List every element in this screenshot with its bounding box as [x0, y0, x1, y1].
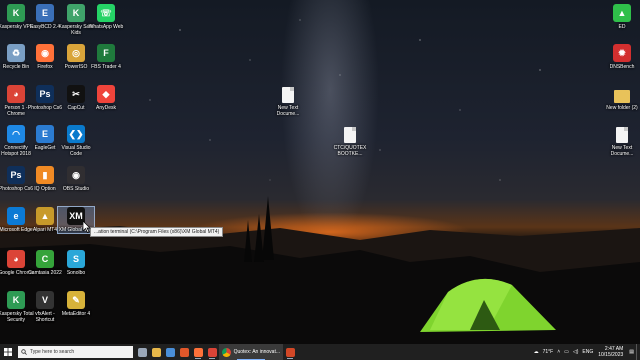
kaspersky-total-security-icon: K [7, 291, 25, 309]
desktop-icon-vscode[interactable]: ❮❯ Visual Studio Code [58, 125, 94, 157]
taskbar-search-box[interactable]: Type here to search [18, 346, 133, 358]
text-document-icon [344, 127, 356, 143]
taskbar-app-office[interactable] [177, 344, 191, 360]
folder-icon [614, 90, 630, 103]
edge-icon: e [7, 207, 25, 225]
desktop-icon-dnsbench[interactable]: ✹ DNSBench [604, 44, 640, 70]
show-desktop-button[interactable] [636, 344, 640, 360]
kaspersky-vpn-icon: K [7, 4, 25, 22]
volume-icon[interactable]: ◁) [573, 349, 579, 355]
taskbar-app-store[interactable] [163, 344, 177, 360]
icon-tooltip: ...ation terminal (C:\Program Files (x86… [90, 227, 224, 237]
task-view-icon [137, 347, 147, 357]
anydesk-icon: ◆ [97, 85, 115, 103]
weather-icon[interactable]: ☁ [534, 349, 539, 355]
text-document-icon [282, 87, 294, 103]
camtasia-icon: C [36, 250, 54, 268]
desktop-icon-whatsapp[interactable]: ☏ WhatsApp Web [88, 4, 124, 30]
taskbar-app-file-explorer[interactable] [149, 344, 163, 360]
store-icon [165, 347, 175, 357]
windows-logo-icon [4, 348, 12, 356]
taskbar-app-chrome[interactable] [205, 344, 219, 360]
taskbar-app-task-view[interactable] [135, 344, 149, 360]
iq-option-icon: ▮ [36, 166, 54, 184]
taskbar-app-powerpoint[interactable] [283, 344, 297, 360]
ed-icon: ▲ [613, 4, 631, 22]
desktop-icon-ctc-quotex-bootkey[interactable]: CTC/QUOTEX BOOTKE... [332, 127, 368, 157]
desktop-icon-label: MetaEditor 4 [61, 311, 91, 317]
dnsbench-icon: ✹ [613, 44, 631, 62]
search-placeholder: Type here to search [30, 349, 75, 355]
taskbar: Type here to search Quotex: An innovat..… [0, 344, 640, 360]
eagleget-icon: E [36, 125, 54, 143]
desktop-icon-sonolbo[interactable]: S Sonolbo [58, 250, 94, 276]
recycle-bin-icon: ♻ [7, 44, 25, 62]
notification-icon[interactable]: ▤ [629, 349, 634, 355]
obs-studio-icon: ◉ [67, 166, 85, 184]
desktop-icon-new-folder-2[interactable]: New folder (2) [604, 87, 640, 111]
powerpoint-icon [285, 347, 295, 357]
search-icon [21, 349, 27, 355]
connectify-icon: ◠ [7, 125, 25, 143]
desktop-icon-new-text-document-2[interactable]: New Text Docume... [604, 127, 640, 157]
desktop-icon-label: Visual Studio Code [61, 145, 91, 157]
taskbar-app-quotex-chrome[interactable]: Quotex: An innovat... [219, 344, 283, 360]
desktop-icon-label: AnyDesk [95, 105, 116, 111]
desktop-icon-label: OBS Studio [62, 186, 90, 192]
desktop-icon-anydesk[interactable]: ◆ AnyDesk [88, 85, 124, 111]
office-icon [179, 347, 189, 357]
start-button[interactable] [0, 344, 16, 360]
metaeditor-icon: ✎ [67, 291, 85, 309]
fbs-trader-icon: F [97, 44, 115, 62]
system-tray: ☁ 71°F ˄ ▭ ◁) ENG 2:47 AM 10/15/2023 ▤ [532, 344, 640, 360]
photoshop-icon: Ps [7, 166, 25, 184]
alpari-mt4-icon: ▲ [36, 207, 54, 225]
mouse-cursor-icon [83, 221, 91, 233]
chrome-icon [207, 347, 217, 357]
desktop-icon-metaeditor[interactable]: ✎ MetaEditor 4 [58, 291, 94, 317]
easybcd-icon: E [36, 4, 54, 22]
poweriso-icon: ◎ [67, 44, 85, 62]
whatsapp-icon: ☏ [97, 4, 115, 22]
desktop-icon-obs-studio[interactable]: ◉ OBS Studio [58, 166, 94, 192]
desktop-icon-new-text-document[interactable]: New Text Docume... [270, 87, 306, 117]
vfxalert-icon: V [36, 291, 54, 309]
desktop-icon-label: Sonolbo [66, 270, 86, 276]
chrome-icon: ◕ [7, 85, 25, 103]
kaspersky-safe-kids-icon: K [67, 4, 85, 22]
taskbar-app-firefox[interactable] [191, 344, 205, 360]
firefox-icon: ◉ [36, 44, 54, 62]
clock-date: 10/15/2023 [598, 352, 624, 358]
desktop[interactable]: K Kaspersky VPN E EasyBCD 2.4 K Kaspersky Saf… [0, 0, 640, 344]
firefox-icon [193, 347, 203, 357]
weather-temp[interactable]: 71°F [543, 349, 554, 355]
desktop-icon-ed[interactable]: ▲ ED [604, 4, 640, 30]
language-indicator[interactable]: ENG [582, 349, 593, 355]
network-icon[interactable]: ▭ [564, 349, 569, 355]
capcut-icon: ✂ [67, 85, 85, 103]
text-document-icon [616, 127, 628, 143]
taskbar-clock[interactable]: 2:47 AM 10/15/2023 [598, 346, 623, 358]
chevron-up-icon[interactable]: ˄ [557, 349, 560, 355]
desktop-icon-label: FBS Trader 4 [91, 64, 121, 70]
chrome-icon [222, 347, 231, 357]
vscode-icon: ❮❯ [67, 125, 85, 143]
chrome-icon: ◕ [7, 250, 25, 268]
photoshop-icon: Ps [36, 85, 54, 103]
desktop-icon-label: WhatsApp Web [88, 24, 124, 30]
sonolbo-icon: S [67, 250, 85, 268]
desktop-icon-fbs-trader[interactable]: F FBS Trader 4 [88, 44, 124, 70]
file-explorer-icon [151, 347, 161, 357]
